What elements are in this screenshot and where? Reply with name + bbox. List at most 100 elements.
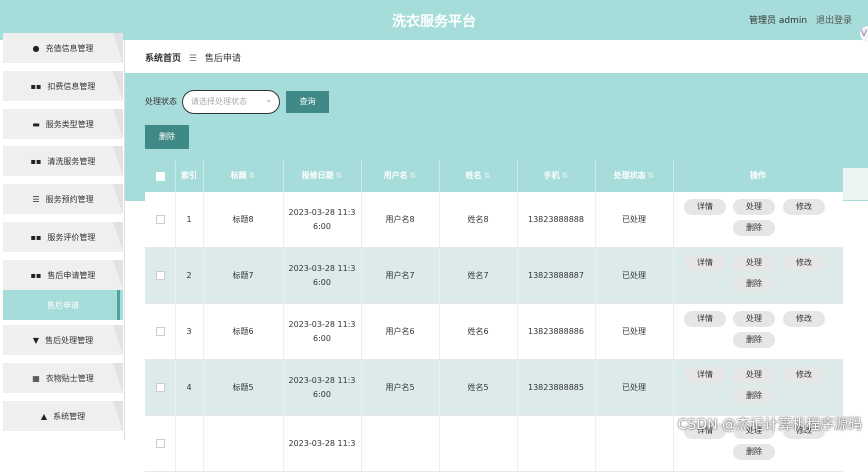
detail-button[interactable]: 详情: [684, 367, 726, 383]
status-filter-select[interactable]: 请选择处理状态 ⌄: [182, 90, 280, 114]
delete-button[interactable]: 删除: [733, 332, 775, 348]
detail-button[interactable]: 详情: [684, 255, 726, 271]
cell-actions: 详情 处理 修改 删除: [673, 192, 843, 247]
delete-button[interactable]: 删除: [733, 444, 775, 460]
cell-phone: 13823888888: [517, 192, 596, 247]
cell-phone: 13823888885: [517, 360, 596, 415]
row-checkbox[interactable]: [155, 327, 165, 336]
cell-name: 姓名8: [439, 192, 518, 247]
date-text: 2023-03-28 11:3: [289, 437, 356, 451]
sidebar-item-label: 售后处理管理: [45, 335, 94, 345]
header-status[interactable]: 处理状态 ⇅: [595, 160, 674, 192]
process-button[interactable]: 处理: [733, 367, 775, 383]
sidebar-item-label: 系统管理: [53, 411, 86, 421]
corner-widget[interactable]: V: [860, 26, 868, 42]
breadcrumb-home[interactable]: 系统首页: [145, 54, 181, 64]
sidebar-item-service-type[interactable]: ▬ 服务类型管理: [3, 109, 123, 139]
date-line: 2023-03-28 11:3: [288, 319, 356, 329]
sidebar-item-label: 服务评价管理: [47, 232, 96, 242]
delete-button[interactable]: 删除: [733, 276, 775, 292]
row-checkbox[interactable]: [155, 271, 165, 280]
detail-button[interactable]: 详情: [684, 199, 726, 215]
row-checkbox[interactable]: [155, 215, 165, 224]
cell-index: [175, 416, 204, 471]
process-button[interactable]: 处理: [733, 255, 775, 271]
cell-title: 标题6: [203, 304, 284, 359]
cell-username: 用户名6: [361, 304, 440, 359]
grid-icon: ▪▪: [30, 81, 42, 91]
header-actions: 操作: [750, 171, 766, 180]
breadcrumb-current: 售后申请: [204, 54, 241, 64]
grid9-icon: ▦: [32, 373, 40, 383]
sidebar-item-booking[interactable]: ☰ 服务预约管理: [3, 184, 123, 214]
cell-actions: 详情 处理 修改 删除: [673, 304, 843, 359]
process-button[interactable]: 处理: [733, 311, 775, 327]
top-bar: 洗衣服务平台 管理员 admin 退出登录 V: [0, 0, 868, 42]
detail-button[interactable]: 详情: [684, 311, 726, 327]
row-checkbox[interactable]: [155, 439, 165, 448]
sidebar-item-tips[interactable]: ▦ 衣物贴士管理: [3, 363, 123, 393]
table-row: 4 标题5 2023-03-28 11:3 6:00 用户名5 姓名5 1382388888…: [145, 360, 843, 416]
cell-title: 标题5: [203, 360, 284, 415]
row-checkbox[interactable]: [155, 383, 165, 392]
breadcrumb: 系统首页 ☰ 售后申请: [145, 51, 241, 64]
delete-button[interactable]: 删除: [733, 388, 775, 404]
header-name[interactable]: 姓名 ⇅: [439, 160, 518, 192]
watermark: CSDN @杰记计算机程序源码: [677, 417, 862, 433]
edit-button[interactable]: 修改: [783, 367, 825, 383]
select-all-checkbox[interactable]: [155, 171, 165, 181]
cell-title: 标题7: [203, 248, 284, 303]
table-row: 1 标题8 2023-03-28 11:3 6:00 用户名8 姓名8 1382388888…: [145, 192, 843, 248]
header-phone[interactable]: 手机 ⇅: [517, 160, 596, 192]
process-button[interactable]: 处理: [733, 199, 775, 215]
status-filter-label: 处理状态: [145, 97, 177, 106]
pin-icon: ▼: [32, 335, 40, 345]
table-row: 3 标题6 2023-03-28 11:3 6:00 用户名6 姓名6 1382388888…: [145, 304, 843, 360]
cell-username: 用户名8: [361, 192, 440, 247]
grid-icon: ▪▪: [30, 156, 42, 166]
sidebar-item-label: 扣费信息管理: [47, 81, 96, 91]
date-text: 2023-03-28 11:3 6:00: [289, 262, 356, 290]
cell-name: [439, 416, 518, 471]
sidebar-item-deduction[interactable]: ▪▪ 扣费信息管理: [3, 71, 123, 101]
time-line: 6:00: [313, 333, 331, 343]
sidebar-item-cleaning[interactable]: ▪▪ 清洗服务管理: [3, 146, 123, 176]
query-button[interactable]: 查询: [286, 91, 329, 113]
sliders-icon: ☰: [32, 194, 40, 204]
sidebar-item-aftersale-mgmt[interactable]: ▪▪ 售后申请管理: [3, 260, 123, 290]
batch-delete-button[interactable]: 删除: [145, 125, 189, 149]
cell-status: 已处理: [595, 360, 674, 415]
table-header: 索引 标题 ⇅ 报修日期 ⇅ 用户名 ⇅ 姓名 ⇅ 手机 ⇅ 处理状态 ⇅ 操作: [145, 160, 843, 192]
cell-index: 3: [175, 304, 204, 359]
edit-button[interactable]: 修改: [783, 199, 825, 215]
header-title[interactable]: 标题 ⇅: [203, 160, 284, 192]
edit-button[interactable]: 修改: [783, 255, 825, 271]
cell-username: [361, 416, 440, 471]
sidebar-item-recharge[interactable]: ● 充值信息管理: [3, 33, 123, 63]
sidebar-item-aftersale-process[interactable]: ▼ 售后处理管理: [3, 325, 123, 355]
cell-date: 2023-03-28 11:3 6:00: [283, 248, 362, 303]
cell-phone: 13823888886: [517, 304, 596, 359]
header-username[interactable]: 用户名 ⇅: [361, 160, 440, 192]
cell-phone: 13823888887: [517, 248, 596, 303]
date-line: 2023-03-28 11:3: [288, 438, 356, 448]
delete-button[interactable]: 删除: [733, 220, 775, 236]
time-line: 6:00: [313, 277, 331, 287]
active-indicator: [117, 290, 120, 320]
edit-button[interactable]: 修改: [783, 311, 825, 327]
cell-status: [595, 416, 674, 471]
app-title: 洗衣服务平台: [392, 14, 476, 30]
cell-actions: 详情 处理 修改 删除: [673, 360, 843, 415]
sidebar-item-aftersale[interactable]: 售后申请: [3, 290, 123, 320]
header-date[interactable]: 报修日期 ⇅: [283, 160, 362, 192]
sidebar-item-system[interactable]: ▲ 系统管理: [3, 401, 123, 431]
header-index: 索引: [175, 160, 204, 192]
logout-link[interactable]: 退出登录: [816, 16, 852, 26]
sidebar-item-review[interactable]: ▪▪ 服务评价管理: [3, 222, 123, 252]
row-checkbox-cell: [145, 360, 176, 415]
status-filter-placeholder: 请选择处理状态: [191, 97, 247, 106]
cell-index: 2: [175, 248, 204, 303]
row-checkbox-cell: [145, 304, 176, 359]
cell-title: [203, 416, 284, 471]
cell-date: 2023-03-28 11:3 6:00: [283, 192, 362, 247]
